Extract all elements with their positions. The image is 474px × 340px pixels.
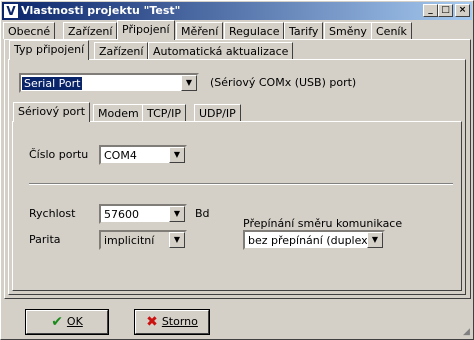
connection-type-panel: Serial Port ▼ (Sériový COMx (USB) port) … bbox=[8, 59, 466, 295]
parity-label: Parita bbox=[29, 233, 61, 246]
window-title: Vlastnosti projektu "Test" bbox=[21, 4, 181, 17]
tab-modem[interactable]: Modem bbox=[93, 104, 144, 121]
resize-grip-icon[interactable]: ◢ bbox=[463, 327, 470, 337]
chevron-down-icon[interactable]: ▼ bbox=[169, 147, 185, 163]
chevron-down-icon[interactable]: ▼ bbox=[181, 75, 197, 91]
ok-button[interactable]: ✔ OK bbox=[25, 309, 109, 335]
direction-select[interactable]: bez přepínání (duplex) ▼ bbox=[243, 230, 385, 250]
connection-type-select[interactable]: Serial Port ▼ bbox=[19, 73, 199, 93]
app-icon: V bbox=[4, 4, 18, 18]
tab-mereni[interactable]: Měření bbox=[176, 22, 224, 39]
inner-tab-row: Sériový port Modem TCP/IP UDP/IP bbox=[9, 102, 465, 122]
parity-value: implicitní bbox=[104, 234, 155, 247]
chevron-down-icon[interactable]: ▼ bbox=[169, 206, 185, 222]
speed-unit: Bd bbox=[195, 207, 210, 220]
speed-select[interactable]: 57600 ▼ bbox=[99, 204, 187, 224]
close-button[interactable]: × bbox=[455, 4, 470, 17]
tab-smeny[interactable]: Směny bbox=[324, 22, 372, 39]
ok-label: OK bbox=[66, 315, 83, 328]
tab-seriovy-port[interactable]: Sériový port bbox=[13, 102, 91, 122]
port-select[interactable]: COM4 ▼ bbox=[99, 145, 187, 165]
divider bbox=[29, 183, 453, 185]
minimize-button[interactable]: _ bbox=[423, 4, 438, 17]
tab-regulace[interactable]: Regulace bbox=[224, 22, 285, 39]
chevron-down-icon[interactable]: ▼ bbox=[169, 232, 185, 248]
chevron-down-icon[interactable]: ▼ bbox=[367, 232, 383, 248]
tab-obecne[interactable]: Obecné bbox=[3, 22, 56, 39]
properties-window: V Vlastnosti projektu "Test" _ □ × Obecn… bbox=[0, 0, 474, 340]
tab-pripojeni[interactable]: Připojení bbox=[117, 20, 175, 40]
main-tab-row: Obecné Zařízení Připojení Měření Regulac… bbox=[1, 20, 474, 40]
tab-tcp-ip[interactable]: TCP/IP bbox=[142, 104, 186, 121]
port-value: COM4 bbox=[104, 149, 137, 162]
speed-label: Rychlost bbox=[29, 207, 76, 220]
port-label: Číslo portu bbox=[29, 148, 89, 161]
tab-udp-ip[interactable]: UDP/IP bbox=[194, 104, 241, 121]
sub-tab-row: Typ připojení Zařízení Automatická aktua… bbox=[5, 40, 470, 60]
speed-value: 57600 bbox=[104, 208, 139, 221]
parity-select[interactable]: implicitní ▼ bbox=[99, 230, 187, 250]
cross-icon: ✖ bbox=[146, 314, 158, 330]
direction-label: Přepínání směru komunikace bbox=[243, 217, 403, 230]
direction-value: bez přepínání (duplex) bbox=[248, 234, 372, 247]
connection-type-value: Serial Port bbox=[22, 77, 83, 90]
cancel-label: Storno bbox=[161, 315, 198, 328]
maximize-button[interactable]: □ bbox=[438, 4, 453, 17]
serial-port-panel: Číslo portu COM4 ▼ Rychlost 57600 ▼ Bd P… bbox=[12, 121, 462, 291]
main-tab-panel: Typ připojení Zařízení Automatická aktua… bbox=[4, 39, 471, 299]
tab-zarizeni[interactable]: Zařízení bbox=[63, 22, 118, 39]
subtab-typ-pripojeni[interactable]: Typ připojení bbox=[9, 40, 90, 60]
subtab-automaticka-aktualizace[interactable]: Automatická aktualizace bbox=[148, 42, 294, 59]
cancel-button[interactable]: ✖ Storno bbox=[134, 309, 210, 335]
tab-cenik[interactable]: Ceník bbox=[371, 22, 412, 39]
tab-tarify[interactable]: Tarify bbox=[284, 22, 324, 39]
title-bar[interactable]: V Vlastnosti projektu "Test" _ □ × bbox=[2, 2, 472, 20]
checkmark-icon: ✔ bbox=[51, 314, 63, 330]
subtab-zarizeni[interactable]: Zařízení bbox=[94, 42, 149, 59]
connection-type-description: (Sériový COMx (USB) port) bbox=[210, 76, 357, 89]
